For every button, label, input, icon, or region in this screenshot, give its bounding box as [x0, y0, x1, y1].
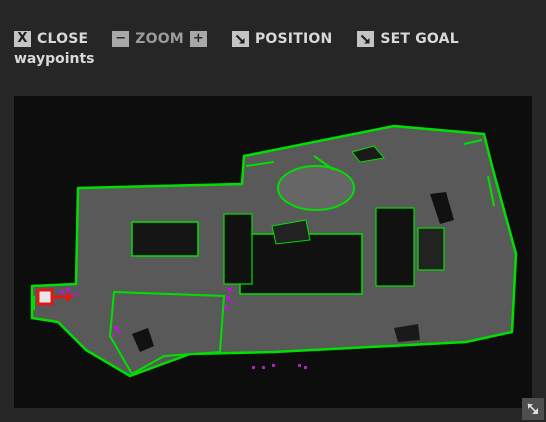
set-goal-label: SET GOAL [380, 31, 459, 47]
set-goal-button[interactable]: SET GOAL [357, 31, 459, 47]
toolbar: X CLOSE − ZOOM + POSITION SET GOAL [14, 30, 459, 48]
obstacle [375, 207, 415, 287]
close-icon: X [14, 31, 31, 47]
resize-icon [527, 403, 538, 414]
zoom-control: − ZOOM + [112, 31, 207, 47]
map-panel: X CLOSE − ZOOM + POSITION SET GOAL waypo… [0, 0, 546, 422]
position-button[interactable]: POSITION [231, 31, 333, 47]
obstacle [131, 221, 199, 257]
resize-button[interactable] [522, 398, 544, 420]
occupancy-map [30, 124, 518, 378]
zoom-in-button[interactable]: + [189, 31, 207, 47]
close-button[interactable]: X CLOSE [14, 31, 88, 47]
position-label: POSITION [254, 31, 333, 47]
close-label: CLOSE [37, 31, 89, 47]
obstacle [417, 227, 445, 271]
obstacle [239, 233, 363, 295]
zoom-out-button[interactable]: − [112, 31, 130, 47]
zoom-label: ZOOM [135, 31, 184, 47]
obstacle [277, 165, 355, 211]
map-view[interactable] [14, 96, 532, 408]
panel-subtitle: waypoints [14, 51, 95, 67]
arrow-diagonal-icon [231, 31, 249, 47]
arrow-diagonal-icon [357, 31, 375, 47]
obstacle [223, 213, 253, 285]
